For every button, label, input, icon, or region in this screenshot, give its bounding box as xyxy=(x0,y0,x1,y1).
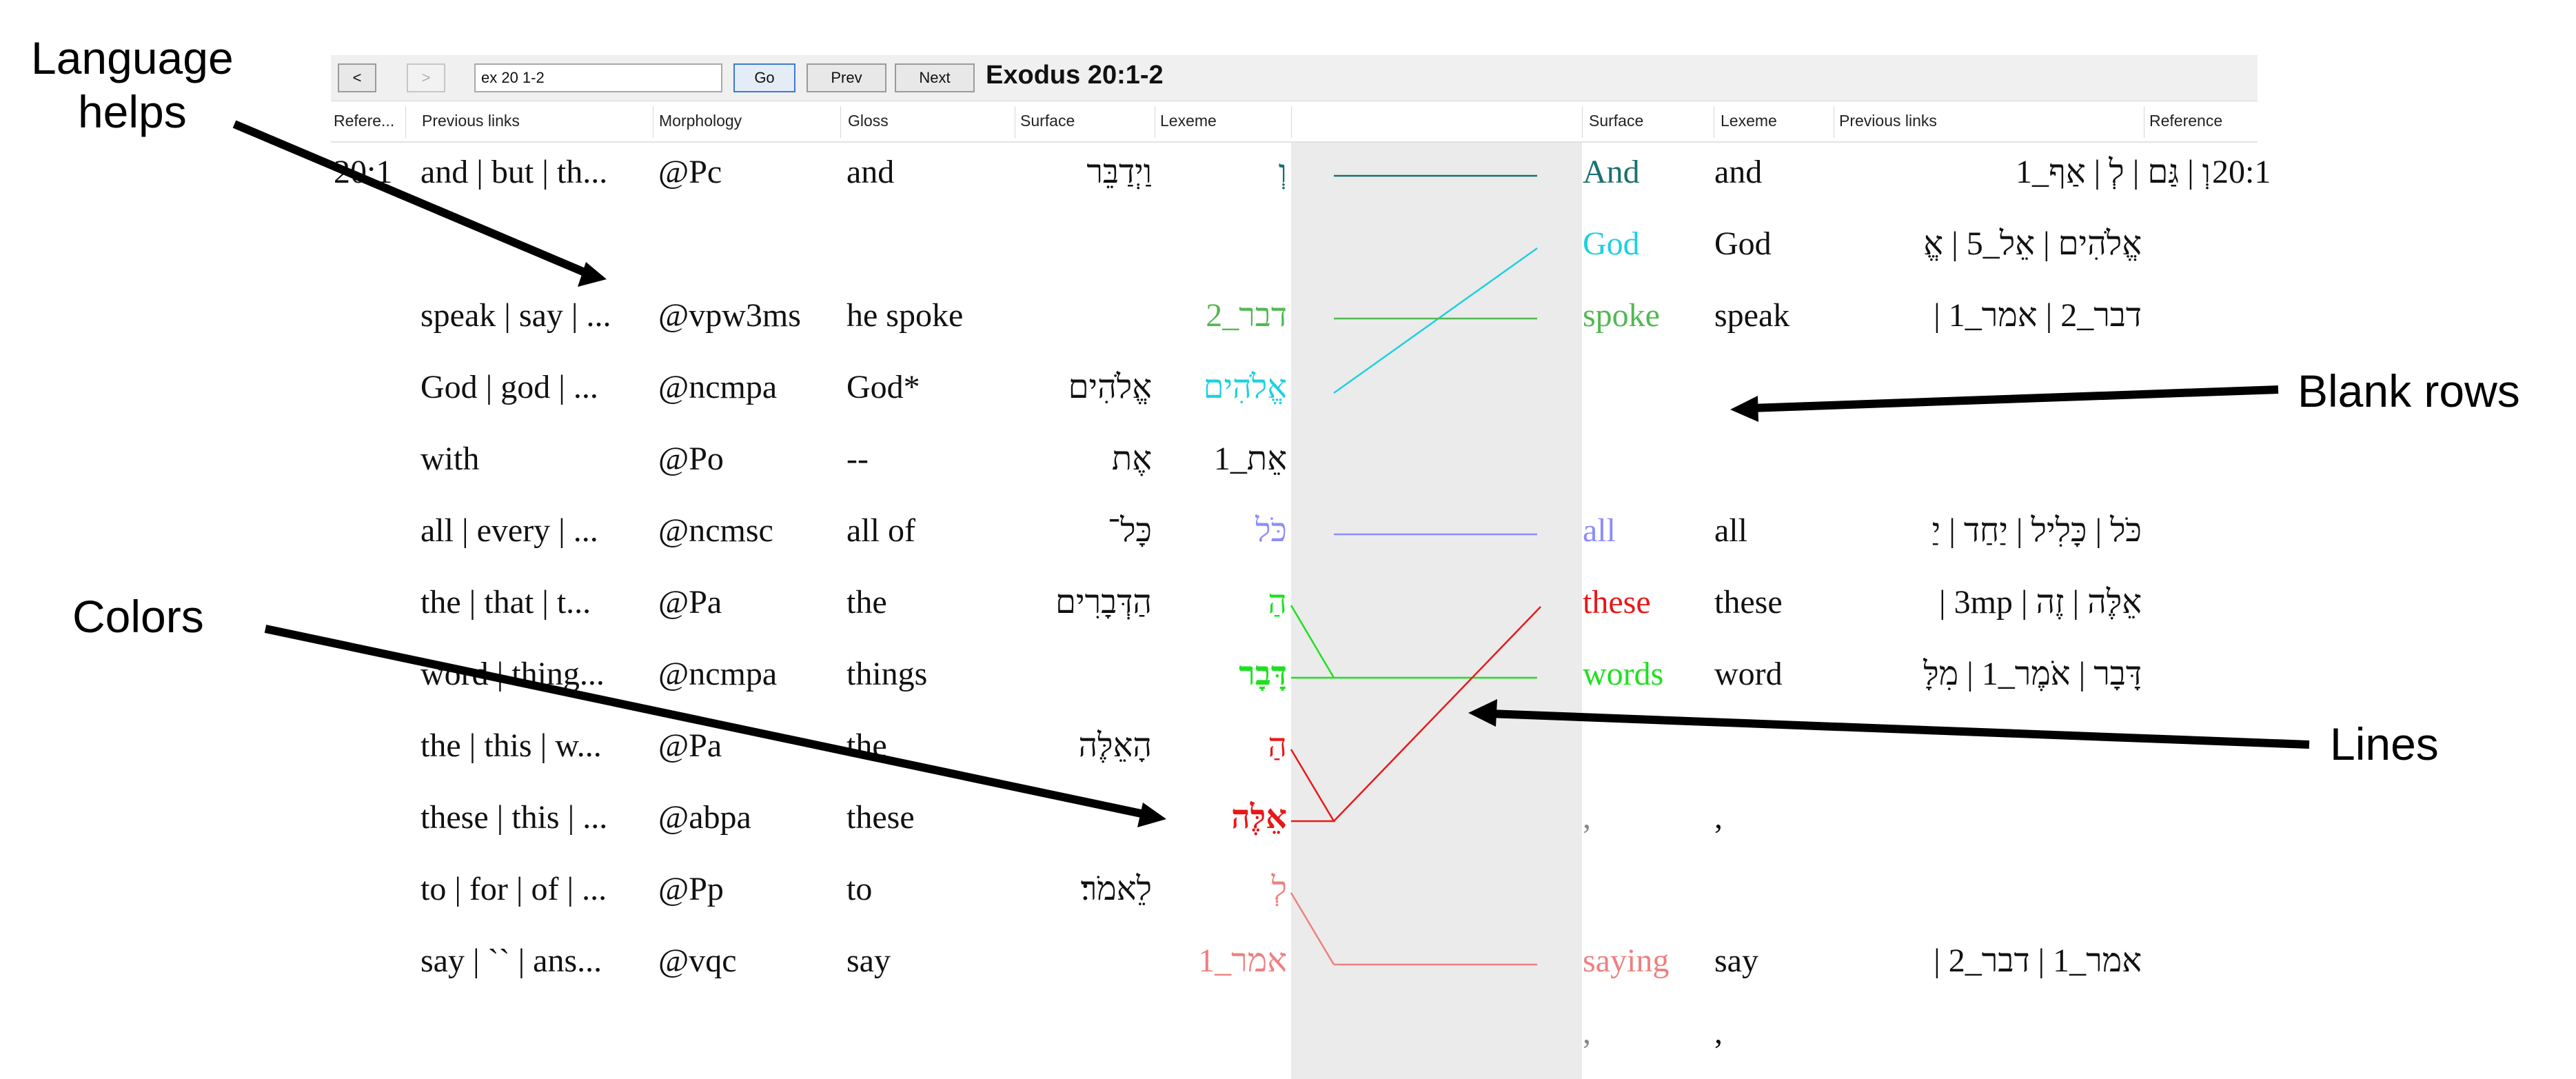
annotation-colors: Colors xyxy=(72,591,204,642)
arrow-language-helps xyxy=(232,120,595,280)
alignment-line xyxy=(1333,247,1538,394)
alignment-lines xyxy=(232,120,2310,966)
arrow-lines xyxy=(1488,709,2310,749)
annotation-language-helps: Language helps xyxy=(31,32,234,137)
arrowhead-lines xyxy=(1468,699,1497,727)
alignment-line xyxy=(1290,605,1335,678)
annotation-lines: Lines xyxy=(2330,718,2439,769)
alignment-line xyxy=(1290,892,1335,965)
arrowhead-language-helps xyxy=(578,262,607,287)
annotation-blank-rows: Blank rows xyxy=(2298,365,2520,416)
alignment-line xyxy=(1290,749,1336,823)
arrowhead-blank-rows xyxy=(1730,396,1758,422)
arrow-blank-rows xyxy=(1750,385,2279,412)
arrow-colors xyxy=(264,625,1149,819)
arrowhead-colors xyxy=(1137,803,1166,827)
